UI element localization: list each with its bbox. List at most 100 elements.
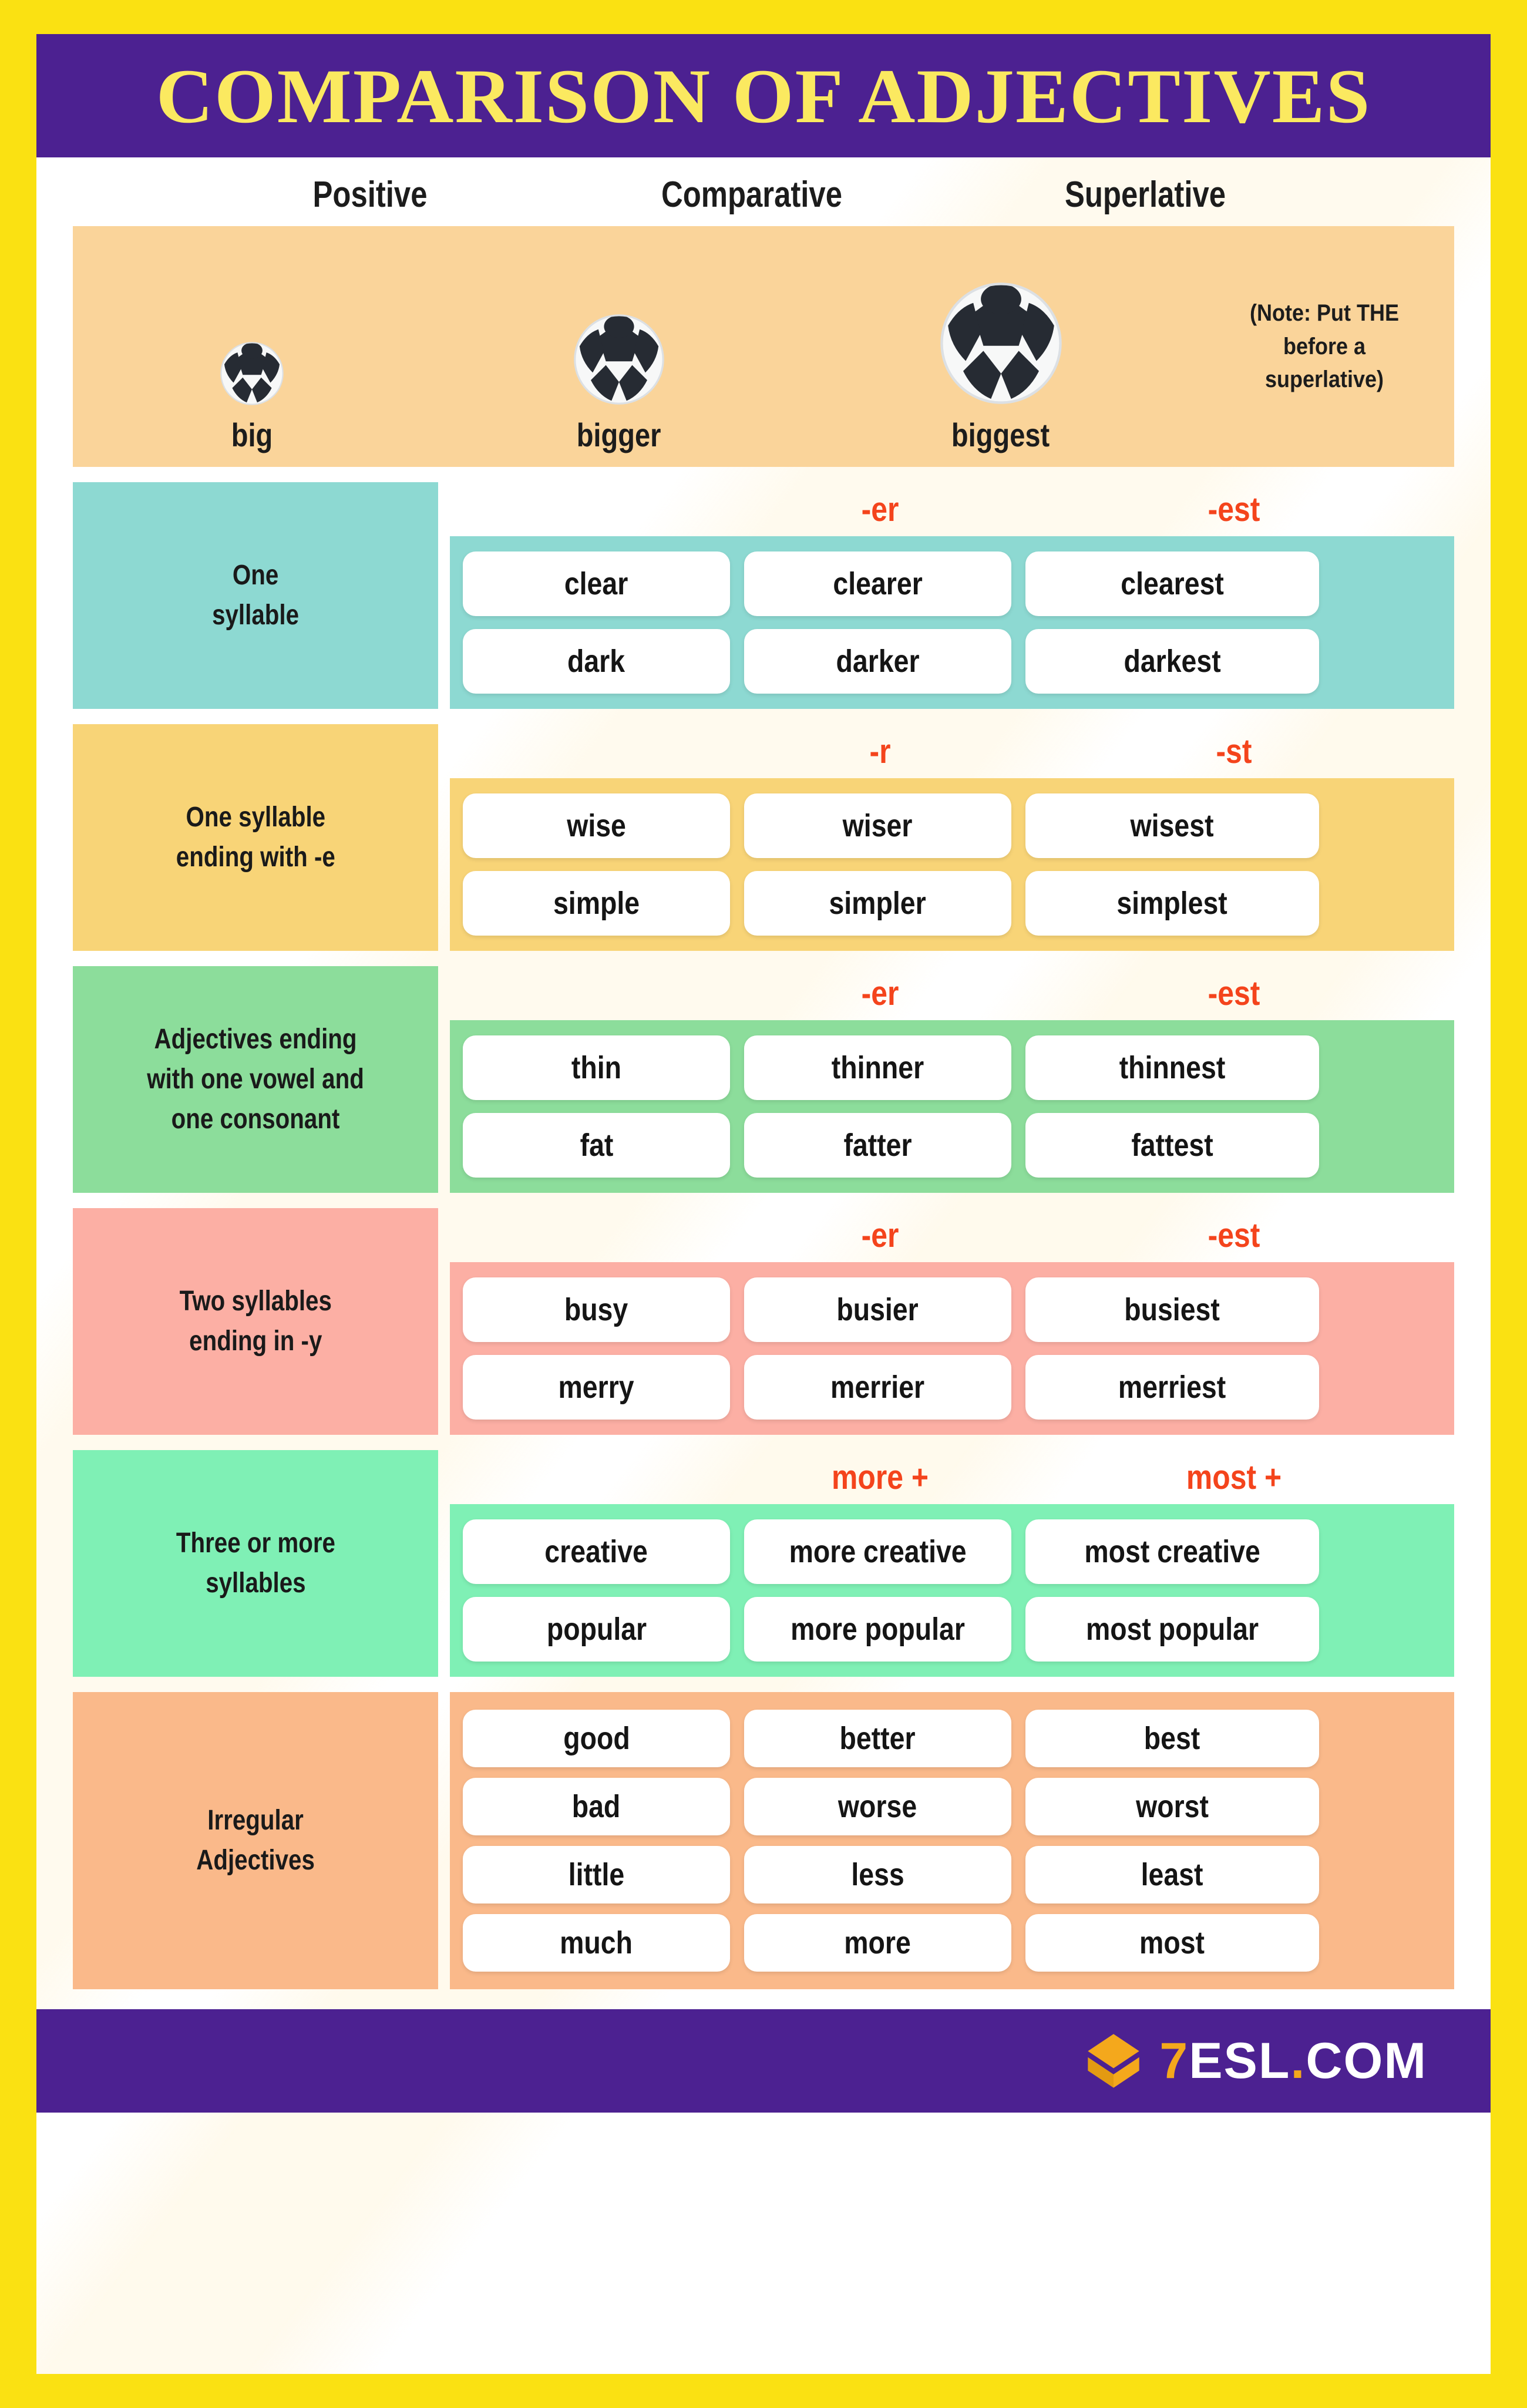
word-pill-text: more popular (791, 1612, 965, 1647)
word-pill-positive[interactable]: dark (463, 629, 730, 694)
category-row: Irregular Adjectives good better best bad wors… (73, 1677, 1454, 1989)
word-pill-text: much (560, 1925, 633, 1960)
column-header-spacer-right (1345, 174, 1491, 216)
word-pill-superlative[interactable]: clearest (1025, 551, 1319, 616)
intro-label-superlative: biggest (951, 416, 1050, 453)
category-label-card: Adjectives ending with one vowel and one c… (73, 966, 438, 1193)
word-pill-text: busy (564, 1292, 628, 1327)
category-label-card: One syllable ending with -e (73, 724, 438, 951)
word-pill-text: clearer (833, 566, 923, 601)
suffix-comparative: -r (869, 732, 891, 771)
suffix-row: -er -est (450, 966, 1454, 1020)
suffix-row: -er -est (450, 482, 1454, 536)
word-pill-positive[interactable]: bad (463, 1778, 730, 1835)
brand-digit: 7 (1159, 2032, 1189, 2089)
word-pill-text: more (844, 1925, 912, 1960)
word-pill-text: merrier (830, 1370, 925, 1405)
word-pill-positive[interactable]: fat (463, 1113, 730, 1178)
word-pill-superlative[interactable]: most (1025, 1914, 1319, 1972)
column-header-superlative: Superlative (1064, 174, 1226, 215)
category-label-card: Three or more syllables (73, 1450, 438, 1677)
word-pill-text: most creative (1084, 1534, 1260, 1569)
category-gap (438, 724, 450, 951)
category-body: good better best bad worse worst little less lea… (450, 1692, 1454, 1989)
word-pill-superlative[interactable]: darkest (1025, 629, 1319, 694)
words-panel: good better best bad worse worst little less lea… (450, 1692, 1454, 1989)
intro-panel: big bigger biggest (Note: Put THE before… (73, 226, 1454, 467)
word-pill-superlative[interactable]: simplest (1025, 871, 1319, 936)
words-panel: wise wiser wisest simple simpler simplest (450, 778, 1454, 951)
word-pill-positive[interactable]: merry (463, 1355, 730, 1420)
word-pill-superlative[interactable]: best (1025, 1710, 1319, 1767)
word-pill-superlative[interactable]: wisest (1025, 793, 1319, 858)
suffix-superlative: -st (1216, 732, 1252, 771)
column-header-positive: Positive (312, 174, 428, 215)
word-pill-superlative[interactable]: thinnest (1025, 1035, 1319, 1100)
brand-wordmark[interactable]: 7ESL.COM (1159, 2032, 1427, 2090)
word-pill-superlative[interactable]: most creative (1025, 1519, 1319, 1584)
word-pill-comparative[interactable]: more (744, 1914, 1011, 1972)
word-pill-text: bad (572, 1789, 621, 1824)
word-pill-superlative[interactable]: fattest (1025, 1113, 1319, 1178)
word-pill-positive[interactable]: clear (463, 551, 730, 616)
category-row: Adjectives ending with one vowel and one c… (73, 951, 1454, 1193)
word-pill-text: wisest (1131, 808, 1214, 843)
word-pill-superlative[interactable]: least (1025, 1846, 1319, 1903)
word-pill-positive[interactable]: simple (463, 871, 730, 936)
words-panel: busy busier busiest merry merrier merriest (450, 1262, 1454, 1435)
word-pill-comparative[interactable]: more popular (744, 1597, 1011, 1662)
category-row: Two syllables ending in -y -er -est busy busi… (73, 1193, 1454, 1435)
word-pill-comparative[interactable]: busier (744, 1277, 1011, 1342)
word-pill-comparative[interactable]: more creative (744, 1519, 1011, 1584)
poster-sheet: COMPARISON OF ADJECTIVES Positive Compar… (36, 34, 1491, 2374)
category-body: -er -est busy busier busiest merry merrier merr… (450, 1208, 1454, 1435)
word-pill-comparative[interactable]: wiser (744, 793, 1011, 858)
word-pill-text: fattest (1131, 1128, 1213, 1163)
intro-cell-comparative: bigger (431, 226, 807, 467)
word-pill-positive[interactable]: much (463, 1914, 730, 1972)
word-pill-comparative[interactable]: darker (744, 629, 1011, 694)
word-pill-positive[interactable]: busy (463, 1277, 730, 1342)
suffix-comparative: -er (861, 974, 899, 1013)
word-pill-positive[interactable]: creative (463, 1519, 730, 1584)
footer-bar: 7ESL.COM (36, 2009, 1491, 2113)
suffix-comparative: -er (861, 490, 899, 529)
word-pill-superlative[interactable]: busiest (1025, 1277, 1319, 1342)
word-pill-text: darkest (1124, 644, 1221, 679)
word-pill-positive[interactable]: little (463, 1846, 730, 1903)
suffix-comparative: more + (832, 1458, 929, 1496)
intro-cell-superlative: biggest (807, 226, 1195, 467)
superlative-note: (Note: Put THE before a superlative) (1195, 226, 1454, 467)
category-label-card: Irregular Adjectives (73, 1692, 438, 1989)
words-panel: creative more creative most creative popula… (450, 1504, 1454, 1677)
category-label-text: Irregular Adjectives (196, 1804, 315, 1876)
word-pill-comparative[interactable]: simpler (744, 871, 1011, 936)
word-pill-superlative[interactable]: most popular (1025, 1597, 1319, 1662)
word-pill-text: good (563, 1721, 630, 1756)
word-pill-comparative[interactable]: less (744, 1846, 1011, 1903)
word-pill-superlative[interactable]: worst (1025, 1778, 1319, 1835)
word-pill-comparative[interactable]: fatter (744, 1113, 1011, 1178)
word-pill-text: creative (544, 1534, 648, 1569)
word-pill-positive[interactable]: thin (463, 1035, 730, 1100)
word-pill-text: darker (836, 644, 920, 679)
word-pill-comparative[interactable]: thinner (744, 1035, 1011, 1100)
word-pill-text: thin (571, 1050, 622, 1085)
words-panel: thin thinner thinnest fat fatter fattest (450, 1020, 1454, 1193)
page-title: COMPARISON OF ADJECTIVES (156, 52, 1371, 139)
suffix-row: -r -st (450, 724, 1454, 778)
suffix-superlative: -est (1208, 974, 1260, 1013)
category-label-text: Two syllables ending in -y (179, 1285, 332, 1357)
word-pill-positive[interactable]: good (463, 1710, 730, 1767)
word-pill-positive[interactable]: wise (463, 793, 730, 858)
word-pill-text: simple (553, 886, 640, 921)
word-pill-positive[interactable]: popular (463, 1597, 730, 1662)
word-pill-superlative[interactable]: merriest (1025, 1355, 1319, 1420)
word-pill-comparative[interactable]: worse (744, 1778, 1011, 1835)
word-pill-comparative[interactable]: merrier (744, 1355, 1011, 1420)
category-label-card: Two syllables ending in -y (73, 1208, 438, 1435)
word-pill-comparative[interactable]: better (744, 1710, 1011, 1767)
category-label-card: One syllable (73, 482, 438, 709)
soccer-ball-icon-large (940, 282, 1062, 404)
word-pill-comparative[interactable]: clearer (744, 551, 1011, 616)
